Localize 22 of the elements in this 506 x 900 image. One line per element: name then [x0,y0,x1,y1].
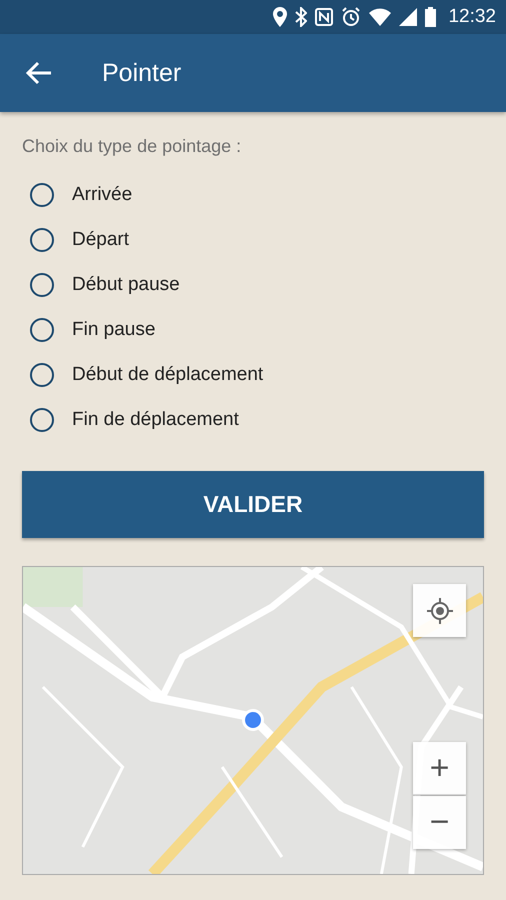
back-arrow-icon[interactable] [26,61,52,85]
radio-option[interactable]: Fin de déplacement [22,397,245,442]
signal-icon [399,8,418,26]
clock: 12:32 [448,6,496,28]
section-label: Choix du type de pointage : [22,136,242,157]
nfc-icon [315,8,334,26]
radio-option[interactable]: Fin pause [22,307,162,352]
validate-button[interactable]: VALIDER [22,471,484,538]
battery-icon [425,7,436,27]
radio-option[interactable]: Début de déplacement [22,352,270,397]
screen-title: Pointer [102,58,182,88]
my-location-button[interactable] [413,584,466,637]
radio-option[interactable]: Départ [22,217,136,262]
radio-option[interactable]: Arrivée [22,172,138,217]
zoom-out-button[interactable]: − [413,796,466,849]
alarm-icon [341,7,362,27]
radio-option[interactable]: Début pause [22,262,186,307]
bluetooth-icon [295,7,308,27]
crosshair-icon [426,596,454,624]
location-icon [273,7,288,27]
zoom-in-button[interactable]: + [413,742,466,795]
wifi-icon [369,8,392,26]
